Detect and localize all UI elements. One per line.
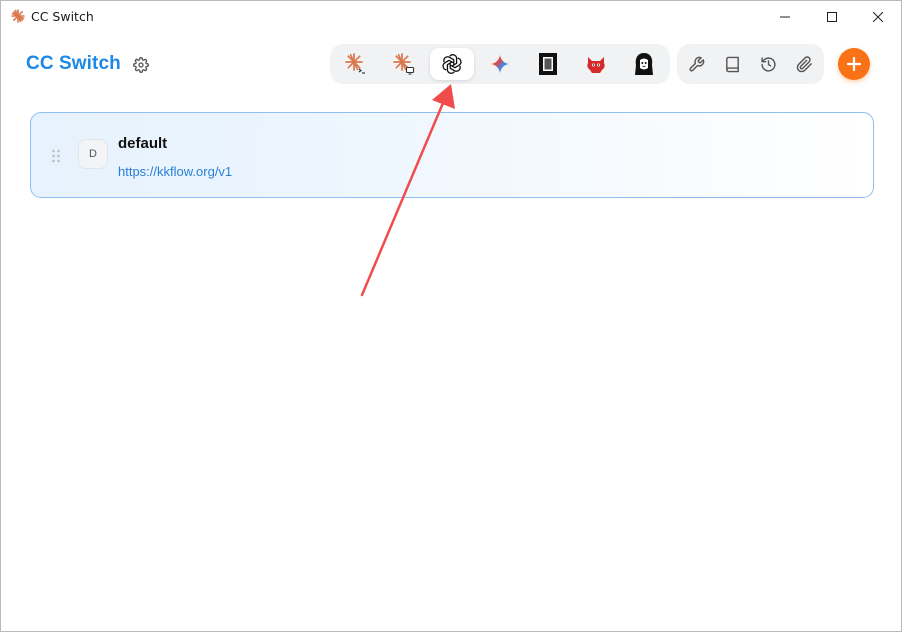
history-button[interactable] [756, 52, 780, 76]
minimize-button[interactable] [762, 1, 808, 32]
tab-claude-code[interactable] [334, 48, 378, 80]
opencode-icon [539, 53, 557, 75]
tab-claude-desktop[interactable] [382, 48, 426, 80]
openai-icon [442, 54, 462, 74]
app-title[interactable]: CC Switch [26, 53, 121, 75]
provider-name: default [118, 135, 168, 152]
provider-card[interactable]: D default https://kkflow.org/v1 [30, 112, 874, 198]
tools-group [677, 44, 824, 84]
window-title: CC Switch [31, 9, 94, 24]
attachments-button[interactable] [792, 52, 816, 76]
paperclip-icon [796, 55, 812, 72]
app-switcher [330, 44, 670, 84]
plus-icon [847, 57, 861, 71]
claude-terminal-icon [345, 53, 365, 74]
claude-desktop-icon [393, 53, 415, 75]
gear-icon [133, 57, 149, 73]
drag-handle-icon[interactable] [51, 149, 61, 163]
maximize-icon [827, 11, 837, 22]
annotation-arrow [360, 84, 455, 297]
settings-button[interactable] [131, 55, 151, 75]
tab-avatar-app[interactable] [622, 48, 666, 80]
maximize-button[interactable] [809, 1, 855, 32]
title-bar: CC Switch [1, 1, 901, 32]
tab-codex[interactable] [430, 48, 474, 80]
minimize-icon [780, 16, 790, 17]
provider-url[interactable]: https://kkflow.org/v1 [118, 164, 232, 179]
gemini-icon [490, 54, 510, 74]
tab-red-app[interactable] [574, 48, 618, 80]
close-icon [873, 11, 883, 22]
tab-gemini[interactable] [478, 48, 522, 80]
history-icon [760, 56, 776, 72]
wrench-icon [688, 56, 704, 72]
book-icon [725, 56, 739, 72]
docs-button[interactable] [720, 52, 744, 76]
app-logo-icon [11, 9, 25, 23]
app-window: CC Switch CC Switch D default https://kk… [0, 0, 902, 632]
provider-avatar: D [78, 139, 108, 169]
tools-button[interactable] [684, 52, 708, 76]
add-provider-button[interactable] [838, 48, 870, 80]
close-button[interactable] [855, 1, 901, 32]
red-mascot-icon [587, 57, 605, 73]
tab-opencode[interactable] [526, 48, 570, 80]
hooded-figure-icon [635, 53, 653, 75]
